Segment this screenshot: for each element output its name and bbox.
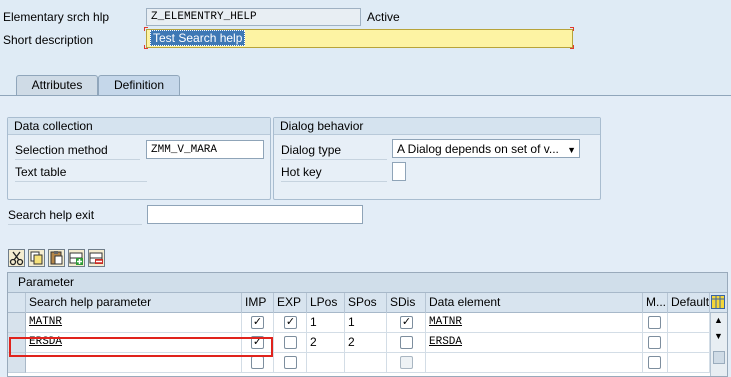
col-header-default[interactable]: Default <box>668 293 710 313</box>
imp-checkbox[interactable] <box>251 356 264 369</box>
search-help-exit-label: Search help exit <box>8 208 142 225</box>
exp-checkbox[interactable] <box>284 356 297 369</box>
parameter-table-header: Search help parameter IMP EXP LPos SPos … <box>8 293 727 313</box>
elementary-search-help-field[interactable]: Z_ELEMENTRY_HELP <box>146 8 361 26</box>
col-header-data-element[interactable]: Data element <box>426 293 643 313</box>
hot-key-label: Hot key <box>281 165 387 182</box>
data-element-cell[interactable] <box>426 353 643 373</box>
selection-method-label: Selection method <box>15 143 140 160</box>
col-header-m[interactable]: M... <box>643 293 668 313</box>
row-selector[interactable] <box>8 313 26 333</box>
select-all-cell[interactable] <box>8 293 26 313</box>
search-help-exit-field[interactable] <box>147 205 363 224</box>
col-header-exp[interactable]: EXP <box>274 293 307 313</box>
tab-definition[interactable]: Definition <box>98 75 180 96</box>
tab-attributes[interactable]: Attributes <box>16 75 98 96</box>
delete-row-icon[interactable] <box>88 249 105 267</box>
default-cell[interactable] <box>668 313 710 333</box>
spos-cell[interactable] <box>345 353 387 373</box>
col-header-parameter[interactable]: Search help parameter <box>26 293 242 313</box>
sdis-checkbox[interactable] <box>400 336 413 349</box>
imp-checkbox[interactable]: ✓ <box>251 316 264 329</box>
exp-checkbox[interactable] <box>284 336 297 349</box>
elementary-search-help-label: Elementary srch hlp <box>3 10 110 24</box>
short-description-field[interactable]: Test Search help <box>146 29 573 48</box>
col-header-imp[interactable]: IMP <box>242 293 274 313</box>
hot-key-field[interactable] <box>392 162 406 181</box>
parameter-table-title: Parameter <box>8 273 727 293</box>
m-checkbox[interactable] <box>648 356 661 369</box>
col-header-spos[interactable]: SPos <box>345 293 387 313</box>
table-row[interactable]: MATNR ✓ ✓ 1 1 ✓ MATNR <box>8 313 710 333</box>
data-collection-title: Data collection <box>8 118 270 135</box>
m-checkbox[interactable] <box>648 336 661 349</box>
copy-icon[interactable] <box>28 249 45 267</box>
scroll-up-icon[interactable]: ▲ <box>714 316 723 325</box>
lpos-cell[interactable]: 1 <box>307 313 345 333</box>
sdis-checkbox[interactable]: ✓ <box>400 316 413 329</box>
lpos-cell[interactable] <box>307 353 345 373</box>
dialog-type-dropdown[interactable]: A Dialog depends on set of v... ▼ <box>392 139 580 158</box>
col-header-sdis[interactable]: SDis <box>387 293 426 313</box>
short-description-label: Short description <box>3 33 94 47</box>
highlight-annotation-box <box>9 337 273 357</box>
scroll-thumb[interactable] <box>713 351 725 364</box>
required-marker <box>570 27 574 31</box>
lpos-cell[interactable]: 2 <box>307 333 345 353</box>
exp-checkbox[interactable]: ✓ <box>284 316 297 329</box>
chevron-down-icon: ▼ <box>567 145 576 155</box>
column-layout-icon[interactable] <box>710 293 727 313</box>
m-checkbox[interactable] <box>648 316 661 329</box>
required-marker <box>570 45 574 49</box>
default-cell[interactable] <box>668 333 710 353</box>
spos-cell[interactable]: 1 <box>345 313 387 333</box>
dialog-behavior-title: Dialog behavior <box>274 118 600 135</box>
insert-row-icon[interactable] <box>68 249 85 267</box>
required-marker <box>144 45 148 49</box>
col-header-lpos[interactable]: LPos <box>307 293 345 313</box>
data-element-cell[interactable]: ERSDA <box>426 333 643 353</box>
dialog-type-value: A Dialog depends on set of v... <box>397 142 559 156</box>
parameter-table: Parameter Search help parameter IMP EXP … <box>7 272 728 377</box>
dialog-type-label: Dialog type <box>281 143 387 160</box>
short-description-value: Test Search help <box>150 30 246 46</box>
vertical-scrollbar[interactable]: ▲ ▼ <box>710 313 727 376</box>
spos-cell[interactable]: 2 <box>345 333 387 353</box>
text-table-label: Text table <box>15 165 147 182</box>
selection-method-field[interactable]: ZMM_V_MARA <box>146 140 264 159</box>
scroll-down-icon[interactable]: ▼ <box>714 332 723 341</box>
status-text: Active <box>367 10 400 24</box>
scissors-icon[interactable] <box>8 249 25 267</box>
sdis-checkbox[interactable] <box>400 356 413 369</box>
required-marker <box>144 27 148 31</box>
paste-icon[interactable] <box>48 249 65 267</box>
parameter-cell[interactable]: MATNR <box>26 313 242 333</box>
data-element-cell[interactable]: MATNR <box>426 313 643 333</box>
default-cell[interactable] <box>668 353 710 373</box>
